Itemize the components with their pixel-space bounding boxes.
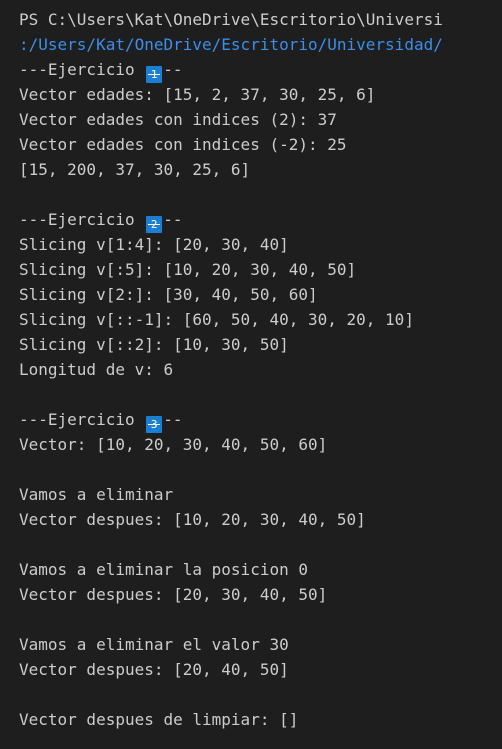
output-line: Slicing v[::-1]: [60, 50, 40, 30, 20, 10… [19, 310, 414, 329]
output-line: Vector edades con indices (2): 37 [19, 110, 337, 129]
section-header-ejercicio-3: ---Ejercicio 3 -- [19, 407, 502, 433]
output-line: Slicing v[::2]: [10, 30, 50] [19, 335, 289, 354]
output-line: Longitud de v: 6 [19, 360, 174, 379]
prompt-line: PS C:\Users\Kat\OneDrive\Escritorio\Univ… [19, 10, 443, 29]
path-line: :/Users/Kat/OneDrive/Escritorio/Universi… [19, 35, 443, 54]
output-line: Vamos a eliminar [19, 485, 174, 504]
output-line: Vector despues: [10, 20, 30, 40, 50] [19, 510, 366, 529]
section-header-ejercicio-2: ---Ejercicio 2 -- [19, 207, 502, 233]
number-badge-icon: 3 [146, 416, 163, 433]
output-line: [15, 200, 37, 30, 25, 6] [19, 160, 251, 179]
number-badge-icon: 1 [146, 66, 163, 83]
output-line: Vector despues de limpiar: [] [19, 710, 299, 729]
output-line: Vector: [10, 20, 30, 40, 50, 60] [19, 435, 328, 454]
output-line: Vector edades con indices (-2): 25 [19, 135, 347, 154]
terminal-output[interactable]: PS C:\Users\Kat\OneDrive\Escritorio\Univ… [0, 0, 502, 749]
output-line: Vector despues: [20, 40, 50] [19, 660, 289, 679]
output-line: Slicing v[2:]: [30, 40, 50, 60] [19, 285, 318, 304]
number-badge-icon: 2 [146, 216, 163, 233]
section-header-ejercicio-1: ---Ejercicio 1 -- [19, 57, 502, 83]
output-line: Vector edades: [15, 2, 37, 30, 25, 6] [19, 85, 376, 104]
section-header-prefix: ---Ejercicio [19, 410, 145, 429]
section-header-suffix: -- [163, 210, 183, 229]
section-header-suffix: -- [163, 60, 183, 79]
section-header-suffix: -- [163, 410, 183, 429]
section-header-prefix: ---Ejercicio [19, 210, 145, 229]
output-line: Vamos a eliminar el valor 30 [19, 635, 289, 654]
output-line: Vamos a eliminar la posicion 0 [19, 560, 308, 579]
output-line: Vector despues: [20, 30, 40, 50] [19, 585, 328, 604]
output-line: Slicing v[:5]: [10, 20, 30, 40, 50] [19, 260, 357, 279]
section-header-prefix: ---Ejercicio [19, 60, 145, 79]
output-line: Slicing v[1:4]: [20, 30, 40] [19, 235, 289, 254]
